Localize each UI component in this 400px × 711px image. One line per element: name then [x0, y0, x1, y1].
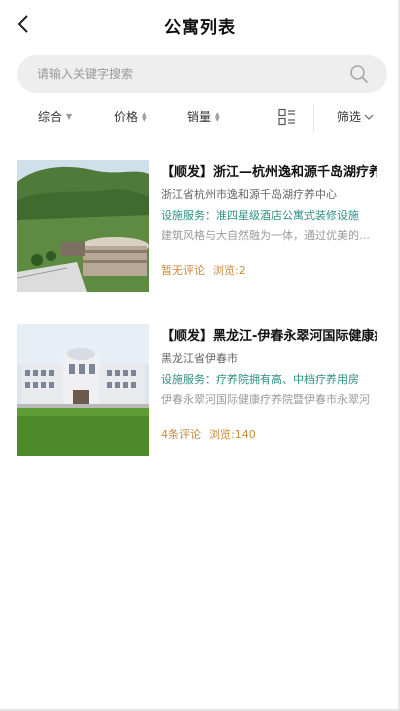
list-layout-toggle-icon[interactable] — [278, 108, 296, 126]
navigation-bar: 公寓列表 — [0, 0, 400, 50]
listing-stats: 4条评论 浏览:140 — [161, 427, 377, 443]
listing-info: 【顺发】浙江—杭州逸和源千岛湖疗养中心 浙江省杭州市逸和源千岛湖疗养中心 设施服… — [161, 158, 377, 279]
apartment-list-page: 公寓列表 综合 ▼ 价格 ▲▼ 销量 ▲▼ 筛 — [0, 0, 400, 711]
page-title: 公寓列表 — [164, 18, 236, 38]
listing-facilities: 设施服务：疗养院拥有高、中档疗养用房 — [161, 373, 359, 386]
filter-price[interactable]: 价格 ▲ ▼ — [114, 108, 147, 125]
filter-sales-label: 销量 — [187, 110, 212, 124]
sort-arrows-icon: ▲ ▼ — [142, 110, 147, 123]
listing-views: 浏览:140 — [209, 428, 256, 441]
filter-price-label: 价格 — [114, 110, 139, 124]
filter-screen[interactable]: 筛选 — [337, 108, 374, 125]
listing-facilities: 设施服务：准四星级酒店公寓式装修设施 — [161, 209, 359, 222]
caret-down-icon: ▼ — [66, 112, 73, 121]
listing-reviews: 暂无评论 — [161, 264, 205, 277]
listing-description: 建筑风格与大自然融为一体，通过优美的环境 — [161, 229, 377, 242]
search-input[interactable] — [37, 55, 337, 93]
listing-address: 黑龙江省伊春市 — [161, 352, 238, 365]
listing-reviews: 4条评论 — [161, 428, 201, 441]
filter-comprehensive-label: 综合 — [38, 110, 63, 124]
listing-address: 浙江省杭州市逸和源千岛湖疗养中心 — [161, 188, 337, 201]
listing-title: 【顺发】黑龙江-伊春永翠河国际健康疗养院 — [161, 329, 377, 344]
search-bar — [17, 55, 387, 93]
filter-divider — [313, 104, 314, 132]
listing-info: 【顺发】黑龙江-伊春永翠河国际健康疗养院 黑龙江省伊春市 设施服务：疗养院拥有高… — [161, 322, 377, 443]
filter-comprehensive[interactable]: 综合 ▼ — [38, 108, 72, 125]
listing-thumbnail — [17, 324, 149, 456]
resort-photo-image — [17, 160, 149, 292]
listing-card[interactable]: 【顺发】黑龙江-伊春永翠河国际健康疗养院 黑龙江省伊春市 设施服务：疗养院拥有高… — [17, 322, 387, 458]
search-icon[interactable] — [349, 64, 369, 84]
listing-thumbnail — [17, 160, 149, 292]
filter-sales[interactable]: 销量 ▲ ▼ — [187, 108, 220, 125]
listing-stats: 暂无评论 浏览:2 — [161, 263, 377, 279]
listing-card[interactable]: 【顺发】浙江—杭州逸和源千岛湖疗养中心 浙江省杭州市逸和源千岛湖疗养中心 设施服… — [17, 158, 387, 294]
listing-title: 【顺发】浙江—杭州逸和源千岛湖疗养中心 — [161, 165, 377, 180]
filter-bar: 综合 ▼ 价格 ▲ ▼ 销量 ▲ ▼ 筛选 — [0, 100, 400, 136]
filter-screen-label: 筛选 — [337, 110, 362, 124]
chevron-down-icon — [364, 114, 374, 120]
listing-views: 浏览:2 — [213, 264, 246, 277]
sanatorium-photo-image — [17, 324, 149, 456]
listing-description: 伊春永翠河国际健康疗养院暨伊春市永翠河 — [161, 393, 370, 406]
sort-arrows-icon: ▲ ▼ — [215, 110, 220, 123]
